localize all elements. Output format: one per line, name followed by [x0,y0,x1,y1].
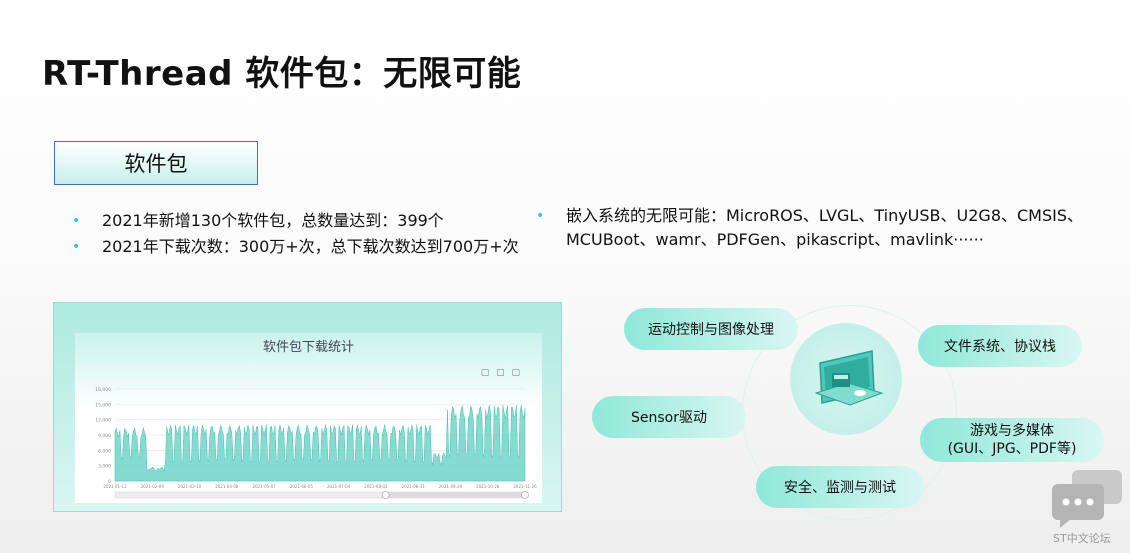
watermark-text: ST中文论坛 [1053,532,1111,545]
bullet-text: 2021年下载次数：300万+次，总下载次数达到700万+次 [102,237,519,256]
x-tick-label: 2021-01-11 [103,484,127,489]
bullet-item: • 2021年新增130个软件包，总数量达到：399个 [72,208,519,234]
left-bullet-list: • 2021年新增130个软件包，总数量达到：399个 • 2021年下载次数：… [72,208,519,260]
bullet-text: MCUBoot、wamr、PDFGen、pikascript、mavlink··… [566,230,984,249]
x-tick-label: 2021-04-08 [215,484,239,489]
feature-multimedia: 游戏与多媒体 (GUI、JPG、PDF等) [920,418,1104,462]
bullet-item-continued: MCUBoot、wamr、PDFGen、pikascript、mavlink··… [536,228,1083,252]
chart-area: 软件包下载统计 ▢ ▢ ▢ 18,000 15,000 12,000 9,000 6,0… [75,333,542,503]
feature-security: 安全、监测与测试 [756,466,924,508]
diagram-center-circle [790,323,902,435]
section-label-box: 软件包 [54,141,258,185]
bullet-text: 2021年新增130个软件包，总数量达到：399个 [102,211,444,230]
download-series-area [114,405,526,482]
x-tick-label: 2021-08-02 [364,484,388,489]
y-tick-label: 15,000 [95,402,111,408]
zoom-handle-left[interactable] [381,491,390,499]
feature-sensor: Sensor驱动 [592,396,746,438]
bullet-dot-icon: • [72,239,81,255]
bullet-dot-icon: • [536,208,545,224]
x-tick-label: 2021-03-10 [178,484,202,489]
x-tick-label: 2021-07-04 [327,484,351,489]
x-tick-label: 2021-10-28 [476,484,500,489]
x-tick-label: 2021-06-05 [290,484,314,489]
feature-motion-control: 运动控制与图像处理 [624,308,798,350]
x-tick-label: 2021-05-07 [252,484,276,489]
x-tick-label: 2021-08-31 [402,484,426,489]
x-tick-label: 2021-09-29 [439,484,463,489]
right-bullet-list: • 嵌入系统的无限可能：MicroROS、LVGL、TinyUSB、U2G8、C… [536,204,1083,252]
section-label: 软件包 [124,152,188,176]
bullet-text: 嵌入系统的无限可能：MicroROS、LVGL、TinyUSB、U2G8、CMS… [566,206,1084,225]
x-tick-label: 2021-11-26 [513,484,537,489]
page-title: RT-Thread 软件包：无限可能 [42,54,522,94]
computer-icon [814,350,884,406]
y-tick-label: 6,000 [98,448,111,454]
bullet-dot-icon: • [72,213,81,229]
bullet-item: • 2021年下载次数：300万+次，总下载次数达到700万+次 [72,234,519,260]
feature-filesystem: 文件系统、协议栈 [918,325,1082,367]
y-tick-label: 18,000 [95,387,111,393]
x-tick-label: 2021-02-09 [141,484,165,489]
y-tick-label: 9,000 [98,433,111,439]
download-chart-panel: 软件包下载统计 ▢ ▢ ▢ 18,000 15,000 12,000 9,000 6,0… [53,302,562,512]
y-tick-label: 12,000 [95,418,111,424]
chart-svg: 18,00015,00012,0009,0006,0003,00002021-0… [95,387,537,499]
y-tick-label: 3,000 [98,464,111,470]
zoom-slider-window[interactable] [385,492,525,498]
zoom-handle-right[interactable] [521,491,529,499]
bullet-item: • 嵌入系统的无限可能：MicroROS、LVGL、TinyUSB、U2G8、C… [536,204,1083,228]
